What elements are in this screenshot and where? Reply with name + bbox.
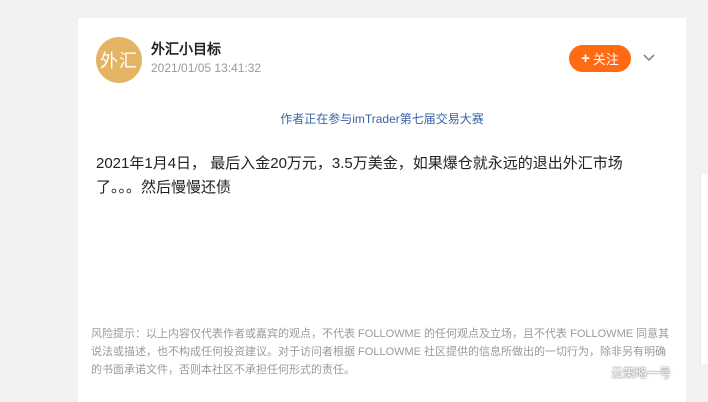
follow-button[interactable]: + 关注: [569, 45, 631, 72]
watermark: 云策略一号: [594, 364, 671, 381]
watermark-text: 云策略一号: [611, 366, 672, 380]
wechat-logo-icon: [594, 366, 608, 378]
side-panel-edge: [700, 174, 708, 364]
author-name[interactable]: 外汇小目标: [151, 39, 221, 59]
post-body: 2021年1月4日， 最后入金20万元，3.5万美金，如果爆仓就永远的退出外汇市…: [96, 155, 623, 196]
post-time: 2021/01/05 13:41:32: [151, 61, 262, 75]
contest-note[interactable]: 作者正在参与imTrader第七届交易大赛: [78, 110, 686, 127]
risk-disclaimer: 风险提示：以上内容仅代表作者或嘉宾的观点，不代表 FOLLOWME 的任何观点及…: [91, 328, 670, 376]
avatar[interactable]: 外汇: [96, 37, 142, 83]
follow-label: 关注: [592, 52, 619, 67]
avatar-text: 外汇: [100, 51, 138, 72]
post-card: 外汇 外汇小目标 2021/01/05 13:41:32 + 关注 作者正在参与…: [78, 18, 686, 402]
plus-icon: +: [581, 50, 590, 67]
chevron-down-icon[interactable]: [641, 50, 657, 66]
